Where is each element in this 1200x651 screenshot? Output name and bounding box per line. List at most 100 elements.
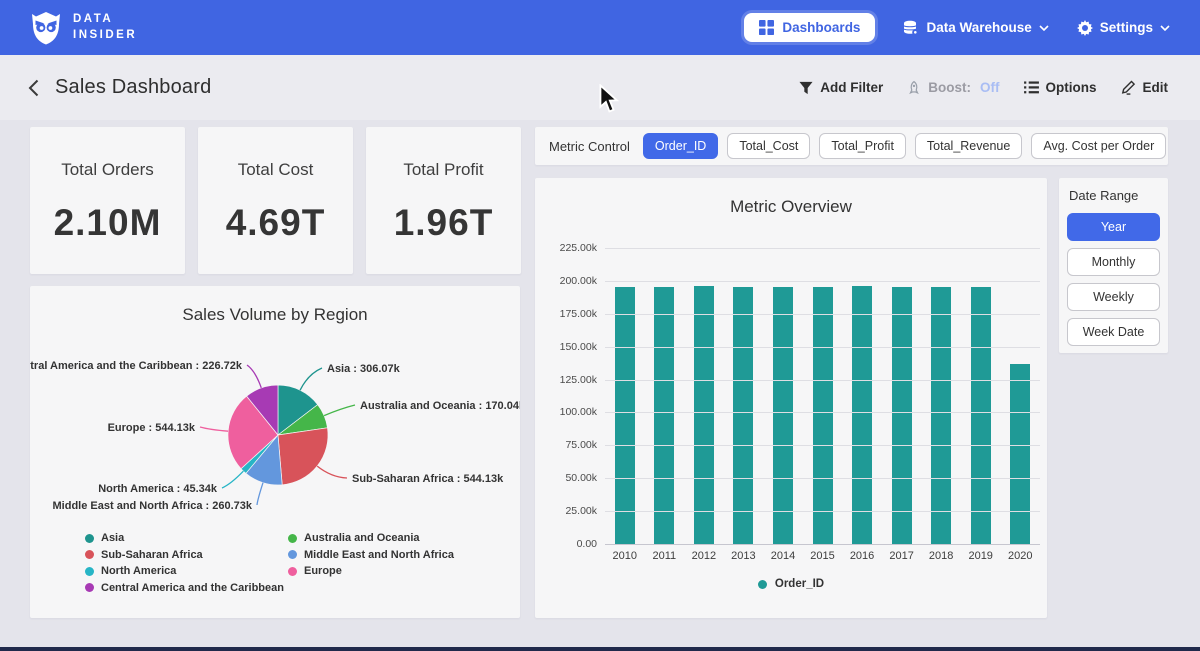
- bar-2015[interactable]: [813, 287, 833, 544]
- legend-label: Order_ID: [775, 578, 824, 590]
- pie-slice-middle-east-and-north-africa[interactable]: [246, 435, 282, 485]
- bar-slot: [763, 248, 803, 544]
- legend-label: Asia: [101, 532, 124, 544]
- kpi-card-total-orders: Total Orders 2.10M: [30, 127, 185, 274]
- legend-item-australia-and-oceania[interactable]: Australia and Oceania: [288, 532, 420, 544]
- pencil-icon: [1121, 80, 1136, 95]
- legend-item-sub-saharan-africa[interactable]: Sub-Saharan Africa: [85, 549, 203, 561]
- bar-2014[interactable]: [773, 287, 793, 544]
- pie-chart-card: Sales Volume by Region Asia : 306.07kAus…: [30, 286, 520, 618]
- date-range-week-date[interactable]: Week Date: [1067, 318, 1160, 346]
- add-filter-button[interactable]: Add Filter: [799, 80, 883, 95]
- brand-logo[interactable]: DATA INSIDER: [30, 11, 137, 45]
- date-range-panel: Date Range YearMonthlyWeeklyWeek Date: [1059, 178, 1168, 353]
- gridline: [605, 314, 1040, 315]
- legend-label: Europe: [304, 565, 342, 577]
- dashboards-button[interactable]: Dashboards: [744, 13, 875, 42]
- legend-dot: [85, 583, 94, 592]
- kpi-label: Total Profit: [403, 160, 483, 180]
- filter-funnel-icon: [799, 81, 813, 95]
- bar-chart-x-axis: 2010201120122013201420152016201720182019…: [605, 550, 1040, 562]
- y-tick-label: 75.00k: [565, 439, 597, 451]
- bar-slot: [803, 248, 843, 544]
- back-button[interactable]: [28, 79, 39, 97]
- legend-dot: [85, 534, 94, 543]
- legend-item-europe[interactable]: Europe: [288, 565, 342, 577]
- gridline: [605, 281, 1040, 282]
- database-icon: [903, 20, 919, 36]
- metric-chip-avg-cost-per-order[interactable]: Avg. Cost per Order: [1031, 133, 1166, 159]
- metric-chip-total-cost[interactable]: Total_Cost: [727, 133, 810, 159]
- legend-dot: [288, 567, 297, 576]
- x-tick-label: 2018: [921, 550, 961, 562]
- boost-toggle[interactable]: Boost: Off: [907, 80, 999, 95]
- boost-label: Boost:: [928, 80, 971, 95]
- bar-2019[interactable]: [971, 287, 991, 544]
- data-warehouse-label: Data Warehouse: [926, 20, 1031, 35]
- bar-2010[interactable]: [615, 287, 635, 544]
- pie-slice-label: North America : 45.34k: [98, 483, 218, 495]
- pie-slice-label: Central America and the Caribbean : 226.…: [30, 360, 243, 372]
- pie-slice-asia[interactable]: [278, 385, 318, 435]
- pie-leader-line: [300, 368, 322, 390]
- y-tick-label: 50.00k: [565, 472, 597, 484]
- bar-2017[interactable]: [892, 287, 912, 544]
- x-tick-label: 2017: [882, 550, 922, 562]
- bar-2011[interactable]: [654, 287, 674, 544]
- pie-slice-central-america-and-the-caribbean[interactable]: [247, 385, 278, 435]
- x-tick-label: 2019: [961, 550, 1001, 562]
- bar-chart-plot: [605, 248, 1040, 544]
- chevron-down-icon: [1160, 25, 1170, 31]
- gridline: [605, 347, 1040, 348]
- chevron-left-icon: [28, 79, 39, 97]
- metric-chip-order-id[interactable]: Order_ID: [643, 133, 718, 159]
- bar-chart-legend-item[interactable]: Order_ID: [535, 578, 1047, 590]
- settings-menu[interactable]: Settings: [1077, 20, 1170, 36]
- pie-slice-label: Europe : 544.13k: [108, 422, 196, 434]
- bar-slot: [1000, 248, 1040, 544]
- legend-label: North America: [101, 565, 176, 577]
- pie-slice-sub-saharan-africa[interactable]: [278, 428, 328, 485]
- x-tick-label: 2016: [842, 550, 882, 562]
- pie-slice-europe[interactable]: [228, 396, 278, 469]
- bar-2012[interactable]: [694, 286, 714, 544]
- metric-control-label: Metric Control: [549, 139, 630, 154]
- bar-2018[interactable]: [931, 287, 951, 544]
- bar-chart-bars: [605, 248, 1040, 544]
- pie-slice-label: Sub-Saharan Africa : 544.13k: [352, 473, 504, 485]
- legend-item-central-america-and-the-caribbean[interactable]: Central America and the Caribbean: [85, 582, 284, 594]
- bar-2016[interactable]: [852, 286, 872, 544]
- metric-chip-total-revenue[interactable]: Total_Revenue: [915, 133, 1022, 159]
- date-range-year[interactable]: Year: [1067, 213, 1160, 241]
- bar-2013[interactable]: [733, 287, 753, 544]
- options-button[interactable]: Options: [1024, 80, 1097, 95]
- bar-2020[interactable]: [1010, 364, 1030, 544]
- gridline: [605, 248, 1040, 249]
- bar-slot: [605, 248, 645, 544]
- bar-slot: [842, 248, 882, 544]
- date-range-weekly[interactable]: Weekly: [1067, 283, 1160, 311]
- kpi-label: Total Cost: [238, 160, 314, 180]
- x-tick-label: 2020: [1000, 550, 1040, 562]
- legend-item-asia[interactable]: Asia: [85, 532, 124, 544]
- legend-item-middle-east-and-north-africa[interactable]: Middle East and North Africa: [288, 549, 454, 561]
- y-tick-label: 175.00k: [560, 308, 597, 320]
- pie-leader-line: [317, 466, 347, 478]
- bar-chart-card: Metric Overview 225.00k200.00k175.00k150…: [535, 178, 1047, 618]
- legend-dot: [85, 567, 94, 576]
- date-range-monthly[interactable]: Monthly: [1067, 248, 1160, 276]
- chevron-down-icon: [1039, 25, 1049, 31]
- y-tick-label: 0.00: [577, 538, 597, 550]
- x-tick-label: 2014: [763, 550, 803, 562]
- pie-slice-north-america[interactable]: [241, 435, 278, 473]
- bar-slot: [724, 248, 764, 544]
- pie-slice-australia-and-oceania[interactable]: [278, 405, 328, 435]
- data-warehouse-menu[interactable]: Data Warehouse: [903, 20, 1048, 36]
- legend-item-north-america[interactable]: North America: [85, 565, 176, 577]
- edit-button[interactable]: Edit: [1121, 80, 1169, 95]
- y-tick-label: 200.00k: [560, 275, 597, 287]
- metric-chip-total-profit[interactable]: Total_Profit: [819, 133, 906, 159]
- kpi-value: 4.69T: [226, 202, 326, 244]
- legend-dot: [288, 550, 297, 559]
- dashboards-label: Dashboards: [782, 20, 860, 35]
